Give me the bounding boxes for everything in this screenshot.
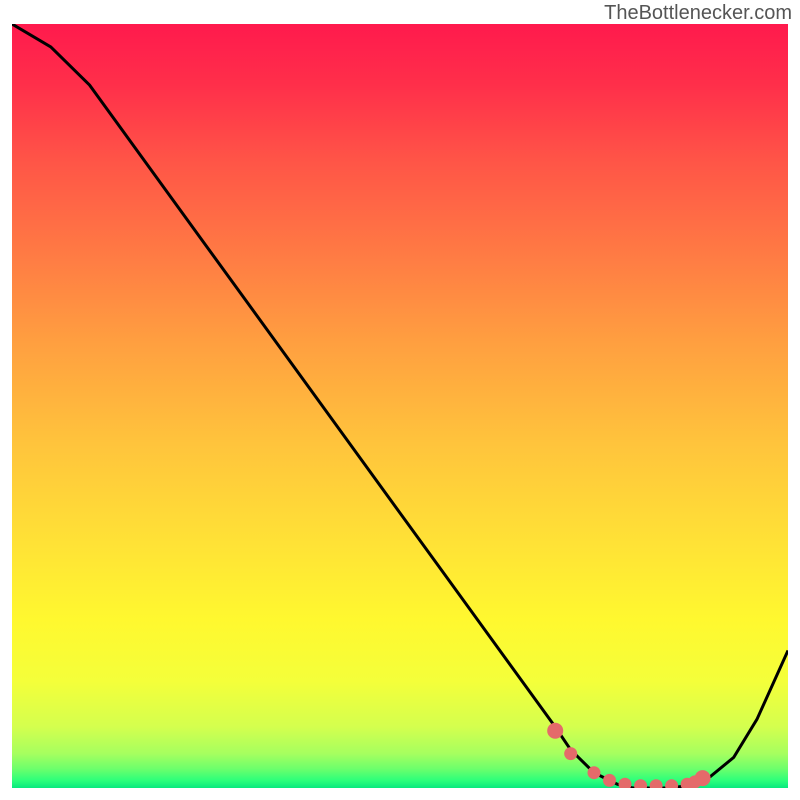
attribution-text: TheBottlenecker.com [604,2,792,25]
marker-point [603,774,616,787]
marker-point [564,747,577,760]
marker-point [695,770,711,786]
chart-svg [12,24,788,788]
marker-point [588,766,601,779]
marker-point [547,723,563,739]
plot-area [12,24,788,788]
chart-container: TheBottlenecker.com [0,0,800,800]
